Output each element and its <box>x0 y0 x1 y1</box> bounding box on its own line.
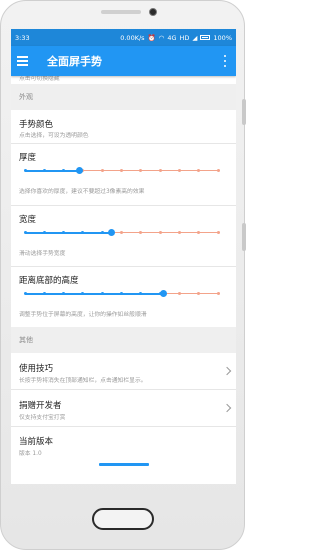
slider-tick <box>177 231 181 234</box>
setting-title: 厚度 <box>19 153 37 163</box>
slider-tick <box>216 169 220 172</box>
page-title: 全面屏手势 <box>47 55 102 68</box>
slider-tick <box>62 169 66 172</box>
bottom-height-slider[interactable] <box>23 290 220 297</box>
slider-tick <box>158 231 162 234</box>
more-options-icon[interactable] <box>220 54 230 68</box>
slider-tick <box>23 169 27 172</box>
slider-tick <box>216 292 220 295</box>
setting-title: 距离底部的高度 <box>19 276 79 286</box>
slider-tick <box>197 231 201 234</box>
setting-subtitle: 仅支持支付宝打赏 <box>19 415 66 421</box>
settings-list[interactable]: 点击可切换隐藏 外观 手势颜色 点击选择，可设为透明颜色 厚度 选择你喜欢的厚度… <box>11 76 236 484</box>
battery-percent: 100% <box>213 33 232 42</box>
menu-icon[interactable] <box>17 55 33 67</box>
slider-tick <box>177 292 181 295</box>
setting-bottom-height: 距离底部的高度 调整手势位于屏幕的高度，让你的操作如丝般顺滑 <box>11 267 236 327</box>
signal-icon: ◢ <box>192 33 198 42</box>
network-speed: 0.00K/s <box>120 33 145 42</box>
network-type: 4G <box>167 33 177 42</box>
slider-tick <box>42 292 46 295</box>
slider-tick <box>158 169 162 172</box>
slider-tick <box>139 292 143 295</box>
slider-tick <box>120 169 123 172</box>
setting-title: 宽度 <box>19 215 37 225</box>
chevron-right-icon <box>222 403 232 413</box>
slider-thumb[interactable] <box>108 229 116 236</box>
setting-version: 当前版本 版本 1.0 <box>11 427 236 484</box>
slider-tick <box>81 292 85 295</box>
slider-tick <box>197 169 201 172</box>
slider-tick <box>139 169 143 172</box>
setting-tips[interactable]: 使用技巧 长按手势将消失在顶部通知栏，点击通知栏显示。 <box>11 353 236 389</box>
status-icons: 0.00K/s ⏰ ◠ 4G HD ◢ 100% <box>120 34 232 42</box>
slider-tick <box>100 292 104 295</box>
gesture-bar-preview <box>99 463 149 466</box>
section-header-other: 其他 <box>11 327 236 353</box>
phone-speaker <box>101 10 141 14</box>
status-bar: 3:33 0.00K/s ⏰ ◠ 4G HD ◢ 100% <box>11 29 236 46</box>
list-item-cutoff: 点击可切换隐藏 <box>11 76 236 84</box>
slider-tick <box>120 231 123 234</box>
setting-title: 手势颜色 <box>19 120 54 130</box>
chevron-right-icon <box>222 366 232 376</box>
slider-thumb[interactable] <box>160 290 168 297</box>
setting-thickness: 厚度 选择你喜欢的厚度，建议不要超过3像素高的效果 <box>11 144 236 205</box>
slider-tick <box>23 292 27 295</box>
slider-tick <box>23 231 27 234</box>
width-slider[interactable] <box>23 229 220 236</box>
screen: 3:33 0.00K/s ⏰ ◠ 4G HD ◢ 100% 全面屏手势 点击可切… <box>11 29 236 484</box>
slider-track-filled <box>25 169 80 172</box>
wifi-icon: ◠ <box>158 33 165 42</box>
setting-subtitle: 点击选择，可设为透明颜色 <box>19 133 89 139</box>
power-button <box>242 223 246 251</box>
setting-gesture-color[interactable]: 手势颜色 点击选择，可设为透明颜色 <box>11 110 236 143</box>
slider-tick <box>216 231 220 234</box>
setting-title: 当前版本 <box>19 437 54 447</box>
phone-frame: 3:33 0.00K/s ⏰ ◠ 4G HD ◢ 100% 全面屏手势 点击可切… <box>0 0 246 550</box>
setting-donate[interactable]: 捐赠开发者 仅支持支付宝打赏 <box>11 390 236 426</box>
status-time: 3:33 <box>15 33 30 42</box>
setting-width: 宽度 滑动选择手势宽度 <box>11 206 236 266</box>
setting-subtitle: 滑动选择手势宽度 <box>19 251 66 257</box>
slider-tick <box>100 231 104 234</box>
battery-icon <box>200 35 211 40</box>
phone-camera <box>149 8 157 16</box>
slider-tick <box>139 231 143 234</box>
slider-tick <box>62 231 66 234</box>
setting-subtitle: 长按手势将消失在顶部通知栏，点击通知栏显示。 <box>19 378 147 384</box>
slider-tick <box>177 169 181 172</box>
app-bar: 全面屏手势 <box>11 46 236 76</box>
slider-tick <box>42 169 46 172</box>
setting-title: 捐赠开发者 <box>19 401 62 411</box>
slider-tick <box>62 292 66 295</box>
slider-thumb[interactable] <box>75 167 83 174</box>
home-button <box>92 508 154 530</box>
slider-tick <box>100 169 104 172</box>
alarm-icon: ⏰ <box>147 33 156 42</box>
section-header-appearance: 外观 <box>11 84 236 110</box>
slider-track-filled <box>25 292 164 295</box>
setting-subtitle: 选择你喜欢的厚度，建议不要超过3像素高的效果 <box>19 189 145 195</box>
slider-tick <box>81 231 85 234</box>
volume-button <box>242 99 246 125</box>
setting-subtitle: 版本 1.0 <box>19 451 42 457</box>
slider-track-filled <box>25 231 112 234</box>
thickness-slider[interactable] <box>23 167 220 174</box>
hd-badge: HD <box>179 33 190 42</box>
setting-title: 使用技巧 <box>19 364 54 374</box>
setting-subtitle: 调整手势位于屏幕的高度，让你的操作如丝般顺滑 <box>19 312 147 318</box>
slider-tick <box>120 292 123 295</box>
slider-tick <box>197 292 201 295</box>
slider-tick <box>42 231 46 234</box>
